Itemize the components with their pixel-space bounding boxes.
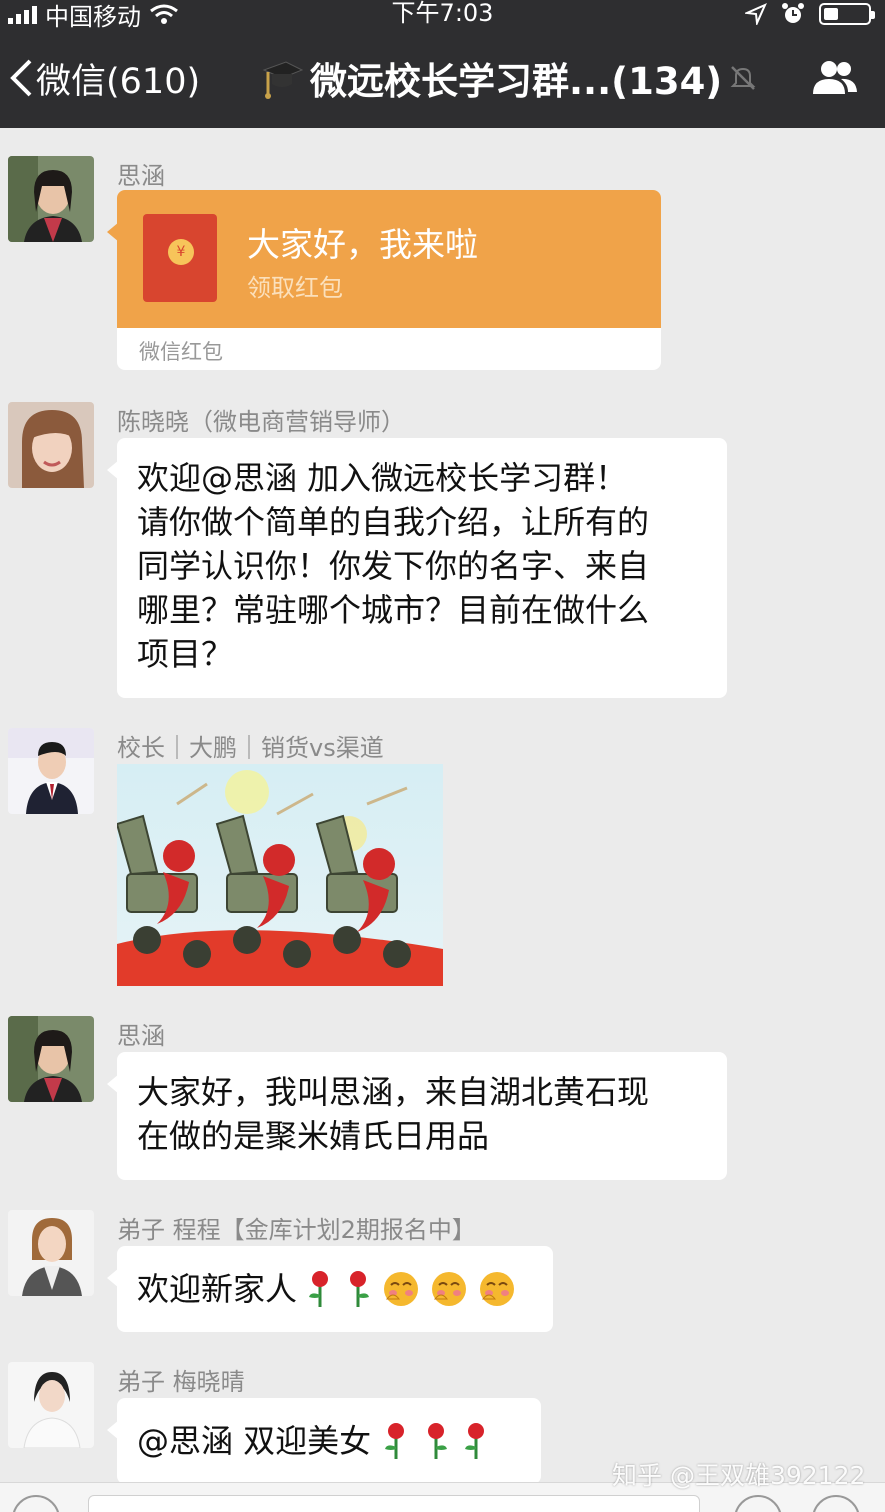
- red-packet-icon: ¥: [143, 214, 217, 302]
- alarm-clock-icon: [782, 3, 804, 23]
- message-line: 大家好，我叫思涵，来自湖北黄石现: [137, 1073, 650, 1111]
- watermark: 知乎 @王双雄392122: [612, 1461, 866, 1490]
- avatar[interactable]: [8, 156, 94, 242]
- nav-bar: 微信(610) 微远校长学习群...(134): [0, 28, 885, 128]
- chat-title-text: 微远校长学习群...(134): [310, 60, 723, 103]
- red-packet-card[interactable]: ¥ 大家好，我来啦 领取红包 微信红包: [117, 190, 661, 370]
- voice-button[interactable]: [12, 1495, 60, 1512]
- red-packet-title: 大家好，我来啦: [247, 225, 478, 264]
- sender-name: 弟子 程程【金库计划2期报名中】: [117, 1216, 476, 1244]
- message-input[interactable]: [88, 1495, 700, 1512]
- message-item: 陈晓晓（微电商营销导师） 欢迎@思涵 加入微远校长学习群！ 请你做个简单的自我介…: [0, 402, 885, 702]
- blush-face-icon: [384, 1272, 419, 1306]
- rose-icon: [385, 1423, 405, 1459]
- more-button[interactable]: [812, 1495, 860, 1512]
- rose-icon: [350, 1271, 370, 1307]
- message-line: 欢迎@思涵 加入微远校长学习群！: [137, 459, 628, 497]
- rose-icon: [465, 1423, 485, 1459]
- red-packet-footer: 微信红包: [139, 340, 223, 364]
- message-bubble[interactable]: 大家好，我叫思涵，来自湖北黄石现 在做的是聚米婧氏日用品: [107, 1052, 727, 1180]
- mute-bell-icon: [730, 66, 756, 90]
- message-item: 弟子 程程【金库计划2期报名中】 欢迎新家人: [0, 1210, 885, 1340]
- battery-icon: [819, 3, 875, 25]
- avatar[interactable]: [8, 1362, 94, 1448]
- avatar[interactable]: [8, 728, 94, 814]
- emoji-button[interactable]: [734, 1495, 782, 1512]
- message-line: 同学认识你！你发下你的名字、来自: [137, 547, 650, 585]
- message-line: 项目？: [137, 635, 234, 673]
- cannon-fireworks-sticker[interactable]: [117, 764, 443, 986]
- avatar[interactable]: [8, 1016, 94, 1102]
- blush-face-icon: [432, 1272, 467, 1306]
- rose-icon: [309, 1271, 329, 1307]
- sender-name: 弟子 梅晓晴: [117, 1368, 245, 1396]
- graduation-cap-icon: [262, 61, 304, 99]
- status-right: [745, 2, 875, 26]
- sender-name: 思涵: [117, 1022, 165, 1050]
- message-line: 哪里？常驻哪个城市？目前在做什么: [137, 591, 650, 629]
- message-bubble[interactable]: 欢迎@思涵 加入微远校长学习群！ 请你做个简单的自我介绍，让所有的 同学认识你！…: [107, 438, 727, 698]
- message-line: 在做的是聚米婧氏日用品: [137, 1117, 490, 1155]
- back-label: 微信(610): [36, 61, 201, 102]
- back-button[interactable]: 微信(610): [8, 48, 200, 108]
- back-chevron-icon: [10, 59, 32, 97]
- message-item: 思涵 大家好，我叫思涵，来自湖北黄石现 在做的是聚米婧氏日用品: [0, 1016, 885, 1186]
- sender-name: 陈晓晓（微电商营销导师）: [117, 408, 405, 436]
- group-members-icon[interactable]: [809, 58, 859, 98]
- red-packet-subtitle: 领取红包: [247, 274, 343, 302]
- message-bubble[interactable]: 欢迎新家人: [107, 1246, 553, 1332]
- location-arrow-icon: [745, 3, 767, 25]
- chat-title[interactable]: 微远校长学习群...(134): [262, 48, 758, 108]
- message-line: 欢迎新家人: [137, 1270, 298, 1308]
- message-item: 校长｜大鹏｜销货vs渠道: [0, 728, 885, 988]
- sender-name: 校长｜大鹏｜销货vs渠道: [117, 734, 384, 762]
- rose-icon: [428, 1423, 448, 1459]
- message-bubble[interactable]: @思涵 双迎美女: [107, 1398, 541, 1484]
- blush-face-icon: [480, 1272, 515, 1306]
- avatar[interactable]: [8, 1210, 94, 1296]
- status-bar: 中国移动 下午7:03: [0, 0, 885, 31]
- message-line: @思涵 双迎美女: [137, 1422, 372, 1460]
- sender-name: 思涵: [117, 162, 165, 190]
- avatar[interactable]: [8, 402, 94, 488]
- message-line: 请你做个简单的自我介绍，让所有的: [137, 503, 650, 541]
